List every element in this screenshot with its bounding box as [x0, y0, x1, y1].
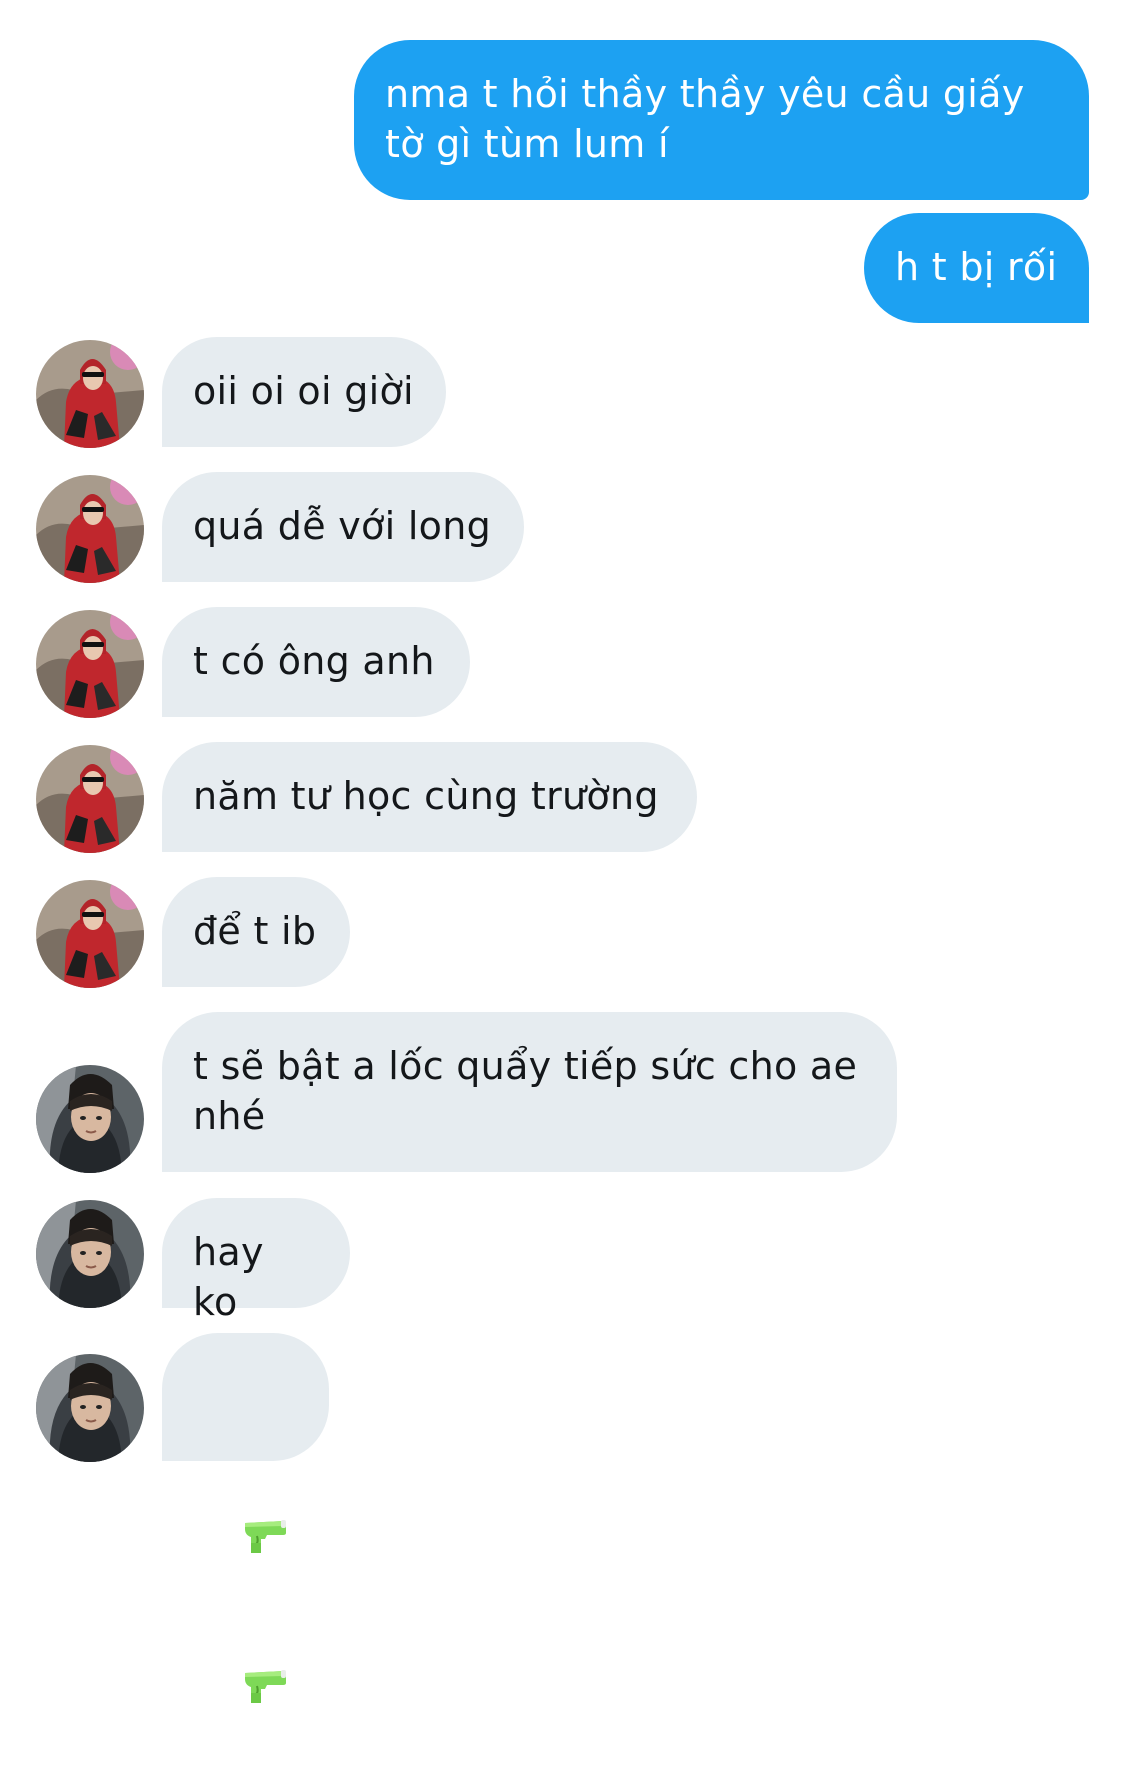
- sent-message-bubble[interactable]: nma t hỏi thầy thầy yêu cầu giấy tờ gì t…: [354, 40, 1089, 200]
- avatar-red-hoodie[interactable]: [36, 745, 144, 853]
- received-message-bubble[interactable]: t có ông anh: [162, 607, 470, 717]
- received-message-bubble[interactable]: để t ib: [162, 877, 350, 987]
- received-message-bubble[interactable]: hay ko: [162, 1198, 350, 1324]
- avatar-dark-hoodie[interactable]: [36, 1065, 144, 1173]
- avatar-dark-hoodie[interactable]: [36, 1354, 144, 1462]
- received-emoji-bubble[interactable]: [162, 1333, 329, 1703]
- avatar-red-hoodie[interactable]: [36, 880, 144, 988]
- received-message-bubble[interactable]: oii oi oi giời: [162, 337, 446, 447]
- avatar-dark-hoodie[interactable]: [36, 1200, 144, 1308]
- received-message-bubble[interactable]: t sẽ bật a lốc quẩy tiếp sức cho ae nhé: [162, 1012, 897, 1172]
- received-message-bubble[interactable]: quá dễ với long: [162, 472, 524, 582]
- avatar-red-hoodie[interactable]: [36, 340, 144, 448]
- avatar-red-hoodie[interactable]: [36, 610, 144, 718]
- sent-message-bubble[interactable]: h t bị rối: [864, 213, 1089, 323]
- received-message-bubble[interactable]: năm tư học cùng trường: [162, 742, 697, 852]
- water-pistol-icon: [193, 1617, 287, 1767]
- avatar-red-hoodie[interactable]: [36, 475, 144, 583]
- water-pistol-icon: [193, 1467, 287, 1617]
